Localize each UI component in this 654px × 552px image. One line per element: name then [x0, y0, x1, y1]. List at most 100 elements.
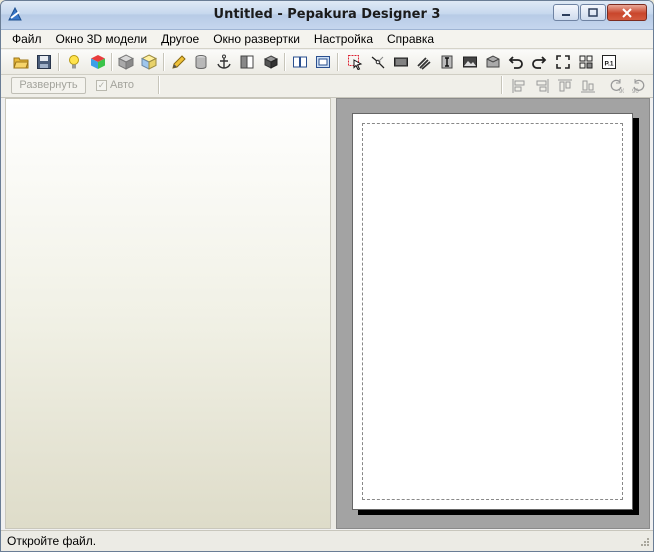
align-right-icon — [536, 79, 549, 93]
menu-other[interactable]: Другое — [154, 30, 206, 49]
half-box-icon — [240, 55, 254, 69]
3d-model-view[interactable] — [5, 98, 331, 529]
toolbar-separator — [284, 53, 286, 71]
frame-corners-icon — [556, 55, 570, 69]
menu-bar: Файл Окно 3D модели Другое Окно развертк… — [1, 30, 653, 49]
tab-gray-button[interactable] — [484, 53, 502, 71]
yellow-cube-icon — [141, 54, 157, 70]
rotate-cw-icon: 90 — [632, 79, 645, 94]
auto-checkbox-label: Авто — [110, 79, 134, 91]
menu-unfold-window[interactable]: Окно развертки — [206, 30, 307, 49]
align-bottom-button[interactable] — [579, 77, 597, 95]
auto-checkbox[interactable]: ✓ Авто — [96, 79, 134, 91]
flap-icon — [394, 57, 408, 67]
status-text: Откройте файл. — [7, 534, 97, 548]
half-box-button[interactable] — [238, 53, 256, 71]
split-view-button[interactable] — [314, 53, 332, 71]
box-gray-button[interactable] — [117, 53, 135, 71]
paper-sheet[interactable] — [352, 113, 633, 510]
texture-button[interactable] — [89, 53, 107, 71]
menu-help[interactable]: Справка — [380, 30, 441, 49]
toolbar-separator — [58, 53, 60, 71]
maximize-button[interactable] — [580, 4, 606, 21]
diagonal-edges-icon — [417, 57, 431, 70]
cylinder-button[interactable] — [192, 53, 210, 71]
maximize-icon — [588, 8, 598, 17]
book-icon — [293, 56, 307, 68]
print-margin — [362, 123, 623, 500]
menu-3d-window[interactable]: Окно 3D модели — [49, 30, 155, 49]
anchor-button[interactable] — [215, 53, 233, 71]
select-arrow-icon — [348, 55, 363, 70]
text-button[interactable] — [438, 53, 456, 71]
dark-cube-button[interactable] — [262, 53, 280, 71]
redo-button[interactable] — [530, 53, 548, 71]
edges-button[interactable] — [415, 53, 433, 71]
align-right-button[interactable] — [533, 77, 551, 95]
rotate-cw-button[interactable]: 90 — [630, 77, 648, 95]
align-bottom-icon — [581, 80, 595, 93]
secondary-toolbar: Развернуть ✓ Авто 90 90 — [1, 75, 653, 98]
toolbar-separator — [158, 76, 160, 94]
minimize-button[interactable] — [553, 4, 579, 21]
toolbar-separator — [111, 53, 113, 71]
align-left-button[interactable] — [510, 77, 528, 95]
edge-tool-button[interactable] — [369, 53, 387, 71]
auto-checkbox-box[interactable]: ✓ — [96, 79, 107, 91]
align-top-button[interactable] — [556, 77, 574, 95]
close-icon — [622, 7, 632, 18]
anchor-icon — [217, 54, 231, 69]
flap-button[interactable] — [392, 53, 410, 71]
menu-settings[interactable]: Настройка — [307, 30, 380, 49]
rotate-ccw-button[interactable]: 90 — [607, 77, 625, 95]
page-number-icon: P.1 — [602, 55, 616, 69]
page-button[interactable]: P.1 — [600, 53, 618, 71]
title-bar[interactable]: Untitled - Pepakura Designer 3 — [1, 1, 653, 30]
open-button[interactable] — [12, 53, 30, 71]
pencil-button[interactable] — [170, 53, 188, 71]
redo-arrow-icon — [532, 56, 547, 69]
lightbulb-icon — [69, 55, 79, 69]
frame-button[interactable] — [554, 53, 572, 71]
toolbar-separator — [501, 76, 503, 94]
image-icon — [463, 56, 477, 68]
toolbar-separator — [163, 53, 165, 71]
toolbar-separator — [337, 53, 339, 71]
close-button[interactable] — [607, 4, 647, 21]
resize-grip-icon[interactable] — [638, 537, 650, 549]
app-window: Untitled - Pepakura Designer 3 Файл Окно… — [0, 0, 654, 552]
light-button[interactable] — [65, 53, 83, 71]
image-button[interactable] — [461, 53, 479, 71]
cylinder-icon — [195, 55, 207, 70]
gray-cube-icon — [118, 54, 134, 70]
open-book-button[interactable] — [291, 53, 309, 71]
main-toolbar: P.1 — [1, 50, 653, 75]
rotate-cw-label: 90 — [632, 89, 639, 94]
status-bar: Откройте файл. — [1, 530, 653, 551]
pencil-icon — [172, 55, 186, 69]
rotate-ccw-label: 90 — [619, 89, 624, 94]
dark-cube-icon — [263, 55, 279, 69]
floppy-icon — [37, 55, 51, 69]
page-number-label: P.1 — [605, 61, 614, 68]
color-cube-icon — [91, 55, 105, 69]
arrange-button[interactable] — [577, 53, 595, 71]
menu-file[interactable]: Файл — [5, 30, 49, 49]
align-left-icon — [512, 79, 525, 93]
folder-open-icon — [13, 57, 29, 69]
split-view-icon — [316, 56, 330, 68]
undo-arrow-icon — [508, 56, 523, 69]
save-button[interactable] — [35, 53, 53, 71]
undo-button[interactable] — [507, 53, 525, 71]
unfold-view[interactable] — [336, 98, 650, 529]
rotate-ccw-icon: 90 — [610, 79, 624, 94]
select-button[interactable] — [346, 53, 364, 71]
minimize-icon — [562, 13, 570, 16]
box-color-button[interactable] — [140, 53, 158, 71]
tab-shape-icon — [486, 55, 500, 68]
arrange-parts-icon — [579, 55, 593, 69]
window-controls — [553, 4, 647, 21]
align-top-icon — [558, 79, 572, 92]
edge-tool-icon — [371, 56, 385, 69]
expand-button[interactable]: Развернуть — [11, 77, 86, 94]
